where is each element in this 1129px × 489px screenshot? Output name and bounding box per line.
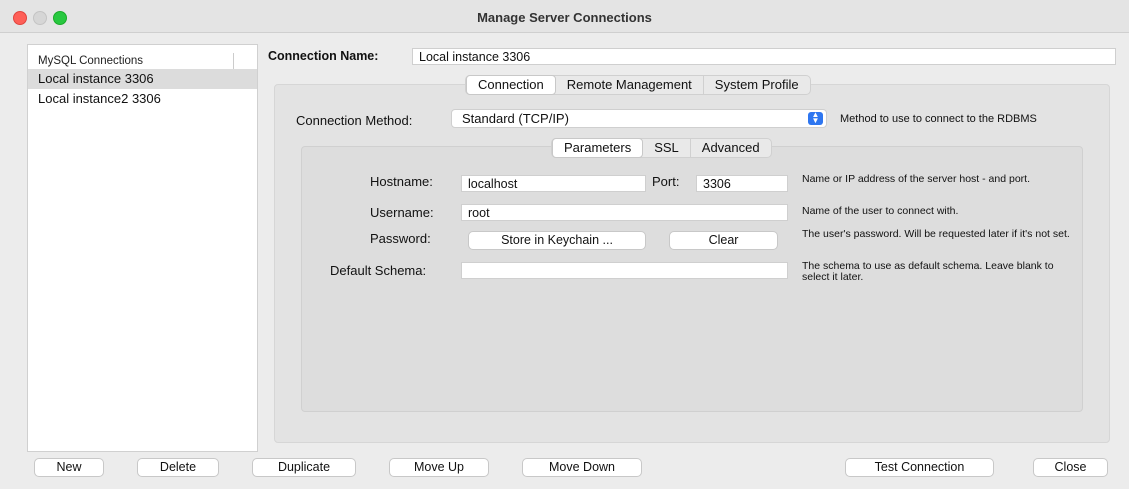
window-title: Manage Server Connections xyxy=(477,10,652,25)
connection-item-local-instance2-3306[interactable]: Local instance2 3306 xyxy=(28,89,257,109)
tab-ssl[interactable]: SSL xyxy=(643,139,691,157)
store-in-keychain-button[interactable]: Store in Keychain ... xyxy=(468,231,646,250)
connection-name-label: Connection Name: xyxy=(268,49,379,63)
port-input[interactable]: 3306 xyxy=(696,175,788,192)
connection-method-label: Connection Method: xyxy=(296,113,413,128)
connection-name-input[interactable]: Local instance 3306 xyxy=(412,48,1116,65)
title-bar: Manage Server Connections xyxy=(0,0,1129,33)
connections-list-header: MySQL Connections xyxy=(38,55,144,67)
port-label: Port: xyxy=(652,174,680,189)
default-schema-input[interactable] xyxy=(461,262,788,279)
default-schema-description: The schema to use as default schema. Lea… xyxy=(802,261,1054,283)
hostname-label: Hostname: xyxy=(370,174,433,189)
tab-connection[interactable]: Connection xyxy=(466,75,556,95)
connections-list[interactable]: MySQL Connections Local instance 3306 Lo… xyxy=(27,44,258,452)
column-divider xyxy=(233,53,234,69)
username-input[interactable]: root xyxy=(461,204,788,221)
close-dialog-button[interactable]: Close xyxy=(1033,458,1108,477)
move-up-button[interactable]: Move Up xyxy=(389,458,489,477)
tab-parameters[interactable]: Parameters xyxy=(552,138,644,158)
tab-advanced[interactable]: Advanced xyxy=(691,139,771,157)
hostname-description: Name or IP address of the server host - … xyxy=(802,173,1031,185)
password-description: The user's password. Will be requested l… xyxy=(802,229,1070,240)
clear-password-button[interactable]: Clear xyxy=(669,231,778,250)
new-connection-button[interactable]: New xyxy=(34,458,104,477)
connection-method-value: Standard (TCP/IP) xyxy=(462,111,569,126)
connection-method-select[interactable]: Standard (TCP/IP) ▲ ▼ xyxy=(451,109,827,128)
main-tabs: Connection Remote Management System Prof… xyxy=(465,75,811,95)
duplicate-connection-button[interactable]: Duplicate xyxy=(252,458,356,477)
move-down-button[interactable]: Move Down xyxy=(522,458,642,477)
connection-item-local-instance-3306[interactable]: Local instance 3306 xyxy=(28,69,257,89)
tab-remote-management[interactable]: Remote Management xyxy=(556,76,704,94)
chevron-up-down-icon: ▲ ▼ xyxy=(808,111,823,125)
test-connection-button[interactable]: Test Connection xyxy=(845,458,994,477)
username-description: Name of the user to connect with. xyxy=(802,205,959,217)
connection-method-description: Method to use to connect to the RDBMS xyxy=(840,113,1037,125)
password-label: Password: xyxy=(370,231,431,246)
default-schema-label: Default Schema: xyxy=(330,263,427,278)
tab-system-profile[interactable]: System Profile xyxy=(704,76,810,94)
username-label: Username: xyxy=(370,205,434,220)
hostname-input[interactable]: localhost xyxy=(461,175,646,192)
delete-connection-button[interactable]: Delete xyxy=(137,458,219,477)
parameter-tabs: Parameters SSL Advanced xyxy=(551,138,772,158)
